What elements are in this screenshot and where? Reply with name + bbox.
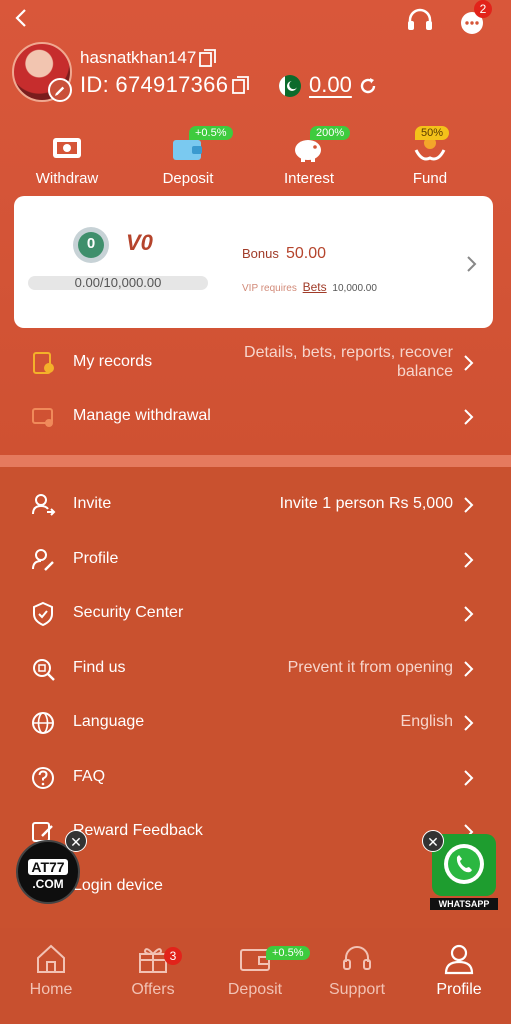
my-records-row[interactable]: My records Details, bets, reports, recov… [0, 342, 511, 382]
vip-bets-link[interactable]: Bets [303, 280, 327, 294]
headset-icon [343, 946, 371, 970]
tab-home[interactable]: Home [6, 942, 96, 999]
username: hasnatkhan147 [80, 48, 197, 67]
faq-row[interactable]: FAQ [0, 757, 511, 797]
invite-row[interactable]: Invite Invite 1 person Rs 5,000 [0, 484, 511, 524]
deposit-button[interactable]: Deposit +0.5% [133, 126, 243, 187]
find-us-row[interactable]: Find us Prevent it from opening [0, 648, 511, 688]
bottom-tab-bar: Home Offers 3 Deposit +0.5% Support Prof… [0, 928, 511, 1024]
manage-withdrawal-label: Manage withdrawal [73, 407, 211, 424]
faq-label: FAQ [73, 768, 106, 785]
chevron-right-icon [464, 770, 474, 786]
tab-deposit-label: Deposit [227, 981, 283, 998]
security-center-label: Security Center [73, 604, 184, 621]
find-us-label: Find us [73, 659, 126, 676]
fund-label: Fund [412, 170, 448, 187]
offers-badge: 3 [164, 947, 182, 965]
tab-home-label: Home [29, 981, 73, 998]
shield-icon [33, 601, 53, 627]
chevron-right-icon [464, 497, 474, 513]
copy-username-icon[interactable] [199, 48, 217, 68]
vip-level-number: 0 [86, 235, 96, 252]
tab-offers[interactable]: Offers 3 [108, 942, 198, 999]
find-us-icon [33, 659, 55, 681]
my-records-value-line1: Details, bets, reports, recover [244, 344, 453, 361]
close-icon[interactable]: ✕ [422, 830, 444, 852]
language-label: Language [73, 713, 145, 730]
language-row[interactable]: Language English [0, 702, 511, 742]
interest-badge: 200% [310, 126, 351, 140]
tab-support-label: Support [328, 981, 386, 998]
deposit-label: Deposit [162, 170, 214, 187]
language-value: English [400, 713, 453, 730]
refresh-icon[interactable] [358, 76, 378, 96]
my-records-label: My records [73, 353, 153, 370]
my-records-value: Details, bets, reports, recover balance [244, 343, 453, 381]
vip-card[interactable]: 0 V0 0.00/10,000.00 Bonus 50.00 VIP requ… [14, 196, 493, 328]
tab-profile[interactable]: Profile [414, 942, 504, 999]
profile-label: Profile [73, 550, 119, 567]
withdraw-icon [53, 138, 81, 158]
balance-value: 0.00 [309, 72, 352, 97]
invite-value: Invite 1 person Rs 5,000 [279, 495, 453, 512]
chevron-right-icon [464, 409, 474, 425]
bonus-label: Bonus [242, 246, 279, 261]
chevron-right-icon [464, 606, 474, 622]
tab-deposit[interactable]: Deposit +0.5% [210, 942, 310, 999]
chat-badge: 2 [474, 0, 492, 18]
records-icon [33, 352, 54, 374]
globe-icon [32, 712, 54, 734]
manage-withdrawal-row[interactable]: Manage withdrawal [0, 396, 511, 436]
login-device-label: Login device [73, 877, 163, 894]
chevron-right-icon [467, 256, 477, 272]
chevron-right-icon [464, 552, 474, 568]
deposit-tab-badge: +0.5% [266, 946, 310, 960]
interest-button[interactable]: Interest 200% [254, 126, 364, 187]
invite-label: Invite [73, 495, 112, 512]
fund-button[interactable]: Fund 50% [375, 126, 485, 187]
edit-avatar-icon[interactable] [48, 78, 72, 102]
vip-progress-text: 0.00/10,000.00 [74, 275, 162, 290]
at77-logo-domain: .COM [32, 877, 64, 891]
tab-profile-label: Profile [436, 981, 482, 998]
reward-feedback-label: Reward Feedback [73, 822, 203, 839]
interest-label: Interest [283, 170, 335, 187]
user-id: ID: 674917366 [80, 72, 229, 97]
headset-icon[interactable] [403, 4, 437, 38]
home-icon [37, 944, 65, 973]
pakistan-flag-icon [279, 75, 301, 97]
vip-requires-amount: 10,000.00 [332, 283, 377, 294]
chevron-right-icon [464, 355, 474, 371]
profile-edit-icon [32, 549, 54, 571]
bonus-value: 50.00 [286, 245, 327, 262]
vip-requires-text: VIP requires [242, 283, 297, 294]
whatsapp-label: WHATSAPP [430, 898, 498, 910]
invite-user-icon [32, 494, 56, 516]
deposit-badge: +0.5% [189, 126, 233, 140]
withdraw-label: Withdraw [35, 170, 99, 187]
section-divider [0, 455, 511, 467]
card-settings-icon [32, 408, 53, 427]
vip-requirement: VIP requires Bets 10,000.00 [242, 280, 377, 294]
withdraw-button[interactable]: Withdraw [12, 128, 122, 187]
tab-support[interactable]: Support [312, 942, 402, 999]
question-icon [32, 767, 54, 789]
find-us-value: Prevent it from opening [287, 659, 453, 676]
my-records-value-line2: balance [396, 363, 453, 380]
vip-level: V0 [126, 230, 153, 255]
copy-id-icon[interactable] [232, 75, 250, 95]
profile-row[interactable]: Profile [0, 539, 511, 579]
tab-offers-label: Offers [131, 981, 175, 998]
chevron-right-icon [464, 715, 474, 731]
user-icon [444, 944, 474, 975]
chevron-right-icon [464, 661, 474, 677]
security-center-row[interactable]: Security Center [0, 593, 511, 633]
back-arrow-icon[interactable] [10, 6, 34, 30]
at77-logo-text: AT77 [28, 859, 68, 875]
close-icon[interactable]: ✕ [65, 830, 87, 852]
fund-badge: 50% [415, 126, 450, 140]
